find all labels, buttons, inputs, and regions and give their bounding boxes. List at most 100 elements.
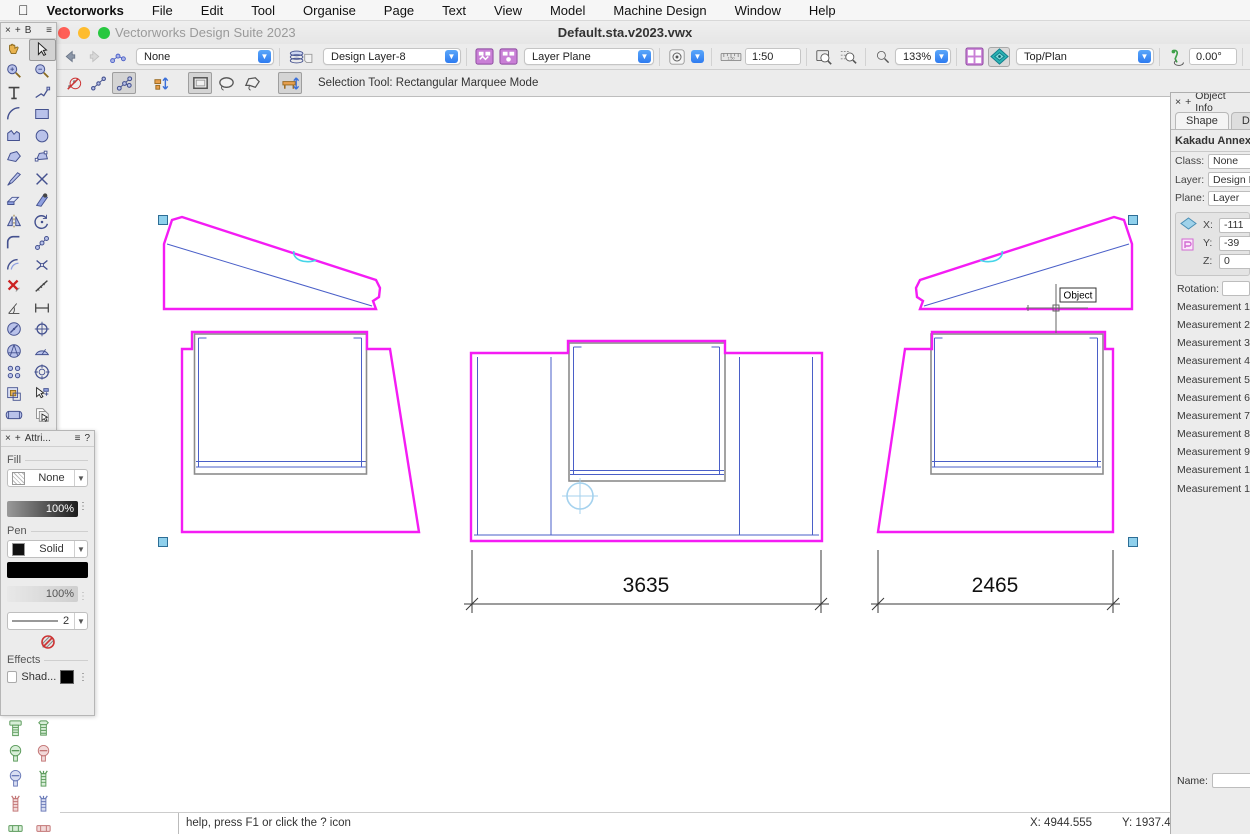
view-dropdown[interactable]: Top/Plan▼ — [1016, 48, 1154, 65]
palette-menu-icon[interactable]: ≡ — [75, 433, 81, 444]
arc-tool[interactable] — [1, 104, 28, 126]
reshape-tool[interactable] — [29, 147, 56, 169]
shadow-menu-icon[interactable]: ⋮ — [78, 672, 88, 683]
zoom-out-tool[interactable] — [29, 61, 56, 83]
viewport-options-2-icon[interactable] — [498, 48, 518, 66]
menu-window[interactable]: Window — [735, 3, 781, 18]
green-screw-tool[interactable] — [2, 741, 29, 766]
layer-dropdown[interactable]: Design Lay — [1208, 172, 1250, 187]
apple-menu-icon[interactable]:  — [18, 2, 29, 18]
tab-shape[interactable]: Shape — [1175, 112, 1229, 129]
offset-tool[interactable] — [1, 254, 28, 276]
eyedropper-disabled-icon[interactable] — [7, 634, 88, 650]
menu-organise[interactable]: Organise — [303, 3, 356, 18]
green-nut-tool[interactable] — [2, 816, 29, 834]
scale-field[interactable]: 1:50 — [745, 48, 801, 65]
delete-x-tool[interactable] — [1, 276, 28, 298]
snap-off-mode[interactable] — [60, 72, 84, 94]
angle-dim-tool[interactable] — [1, 297, 28, 319]
menu-vectorworks[interactable]: Vectorworks — [47, 3, 124, 18]
chain-active-mode[interactable] — [112, 72, 136, 94]
fill-opacity-menu-icon[interactable]: ⋮ — [78, 501, 88, 512]
center-mark-tool[interactable] — [29, 319, 56, 341]
attributes-header[interactable]: × + Attri... ≡ ? — [1, 431, 94, 447]
reference-chevron-icon[interactable]: ▼ — [691, 50, 704, 63]
menu-tool[interactable]: Tool — [251, 3, 275, 18]
red-nut-tool[interactable] — [30, 816, 57, 834]
plane-dropdown[interactable]: Layer — [1208, 191, 1250, 206]
drawing-canvas[interactable]: 3635 2465 Object — [0, 0, 1250, 834]
freehand-tool[interactable] — [1, 168, 28, 190]
grid-dots-tool[interactable] — [1, 362, 28, 384]
add-palette-icon[interactable]: + — [1185, 96, 1191, 108]
eraser-tool[interactable] — [1, 190, 28, 212]
object-info-header[interactable]: × + Object Info — [1171, 93, 1250, 110]
chain-mode[interactable] — [86, 72, 110, 94]
layer-scale-icon[interactable]: 1:50 — [719, 48, 743, 66]
double-poly-tool[interactable] — [1, 125, 28, 147]
text-tool[interactable] — [1, 82, 28, 104]
wheel-tool[interactable] — [1, 340, 28, 362]
poly-lasso-mode[interactable] — [240, 72, 264, 94]
blue-tap-tool[interactable] — [30, 791, 57, 816]
menu-view[interactable]: View — [494, 3, 522, 18]
tape-measure-tool[interactable] — [29, 276, 56, 298]
pill-shape-tool[interactable] — [1, 405, 28, 427]
locus-tool[interactable] — [29, 362, 56, 384]
marquee-rect-mode[interactable] — [188, 72, 212, 94]
tab-data[interactable]: Data — [1231, 112, 1250, 129]
palette-menu-icon[interactable]: ≡ — [46, 25, 52, 36]
rotation-field[interactable]: 0.00° — [1189, 48, 1237, 65]
swap-parts-mode[interactable] — [150, 72, 174, 94]
menu-page[interactable]: Page — [384, 3, 414, 18]
pen-color-bar[interactable] — [7, 562, 88, 578]
close-palette-icon[interactable]: × — [5, 25, 11, 36]
viewport-options-icon[interactable] — [474, 48, 494, 66]
shadow-color-swatch[interactable] — [60, 670, 74, 684]
forward-arrow-icon[interactable] — [84, 48, 104, 66]
palette-help-icon[interactable]: ? — [84, 433, 90, 444]
basic-palette-header[interactable]: × + B ≡ — [1, 23, 56, 39]
linear-dim-tool[interactable] — [29, 297, 56, 319]
selection-arrow-tool[interactable] — [29, 39, 56, 61]
add-palette-icon[interactable]: + — [15, 433, 21, 444]
reference-marker-icon[interactable] — [667, 48, 687, 66]
active-layer-dropdown[interactable]: Design Layer-8▼ — [323, 48, 461, 65]
circle-tool[interactable] — [29, 125, 56, 147]
selected-magenta-geometry[interactable] — [164, 217, 1132, 541]
unified-view-icon[interactable] — [988, 47, 1010, 67]
pen-opacity-slider[interactable]: 100% — [7, 586, 78, 602]
object-name-field[interactable] — [1212, 773, 1250, 788]
walkthrough-icon[interactable] — [1167, 48, 1187, 66]
window-titlebar[interactable]: Vectorworks Design Suite 2023 Default.st… — [0, 21, 1250, 44]
screen-plane-icon[interactable] — [1180, 237, 1197, 255]
multi-view-icon[interactable] — [964, 48, 984, 66]
menu-file[interactable]: File — [152, 3, 173, 18]
menu-text[interactable]: Text — [442, 3, 466, 18]
fill-opacity-slider[interactable]: 100% — [7, 501, 78, 517]
clip-tool[interactable] — [29, 190, 56, 212]
cross-line-tool[interactable] — [29, 168, 56, 190]
shadow-checkbox[interactable] — [7, 671, 17, 683]
menu-help[interactable]: Help — [809, 3, 836, 18]
green-hexbolt-tool[interactable] — [30, 716, 57, 741]
protractor-tool[interactable] — [29, 340, 56, 362]
saved-views-icon[interactable] — [108, 48, 128, 66]
add-palette-icon[interactable]: + — [15, 25, 21, 36]
polyline-tool[interactable] — [29, 82, 56, 104]
trim-x-tool[interactable] — [29, 254, 56, 276]
pointer-move-tool[interactable] — [29, 383, 56, 405]
mirror-tool[interactable] — [1, 211, 28, 233]
menu-edit[interactable]: Edit — [201, 3, 223, 18]
class-dropdown[interactable]: None — [1208, 154, 1250, 169]
compass-tool[interactable] — [1, 319, 28, 341]
zoom-in-tool[interactable] — [1, 61, 28, 83]
active-class-dropdown[interactable]: None▼ — [136, 48, 274, 65]
duplicate-tool[interactable] — [29, 405, 56, 427]
green-tap-tool[interactable] — [30, 766, 57, 791]
red-screw-tool[interactable] — [30, 741, 57, 766]
marquee-zoom-icon[interactable] — [838, 48, 858, 66]
blue-screw-tool[interactable] — [2, 766, 29, 791]
chain-edge-tool[interactable] — [29, 233, 56, 255]
active-plane-dropdown[interactable]: Layer Plane▼ — [524, 48, 654, 65]
